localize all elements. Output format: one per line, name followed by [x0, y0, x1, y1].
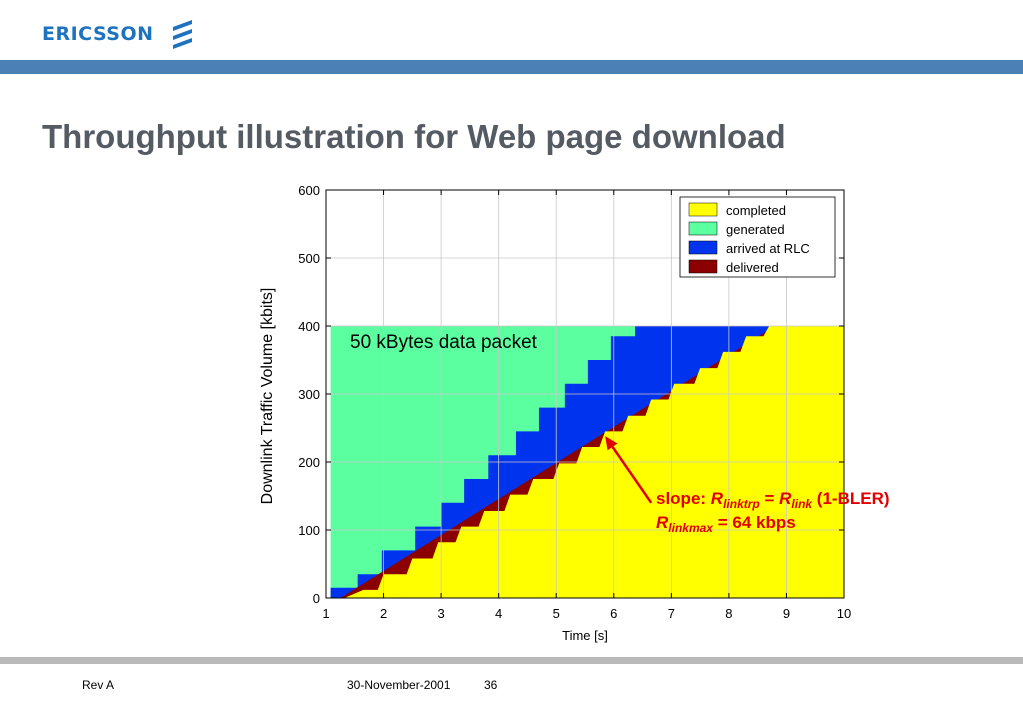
legend-label: completed: [726, 203, 786, 218]
slope-suffix: (1-BLER): [812, 489, 889, 508]
x-tick-label: 5: [553, 606, 560, 621]
legend-label: generated: [726, 222, 785, 237]
rate-sub: linkmax: [668, 521, 714, 535]
slope-sub2: link: [791, 497, 813, 511]
footer-date: 30-November-2001: [347, 678, 451, 692]
legend-swatch: [688, 221, 718, 236]
slope-eq: =: [760, 489, 779, 508]
legend-swatch: [688, 259, 718, 274]
x-tick-label: 2: [380, 606, 387, 621]
legend-swatch: [688, 240, 718, 255]
legend: completed generated arrived at RLC deliver…: [679, 196, 836, 278]
rate-r: R: [656, 513, 669, 532]
x-tick-label: 4: [495, 606, 502, 621]
legend-label: delivered: [726, 260, 779, 275]
y-tick-label: 300: [298, 387, 320, 402]
slope-prefix: slope:: [656, 489, 711, 508]
y-tick-label: 500: [298, 251, 320, 266]
x-tick-label: 6: [610, 606, 617, 621]
y-tick-label: 400: [298, 319, 320, 334]
slope-annotation: slope: Rlinktrp = Rlink (1-BLER): [656, 489, 890, 511]
rate-suffix: = 64 kbps: [713, 513, 796, 532]
x-tick-label: 9: [783, 606, 790, 621]
y-tick-label: 100: [298, 523, 320, 538]
footer-revision: Rev A: [82, 678, 115, 692]
x-tick-label: 7: [668, 606, 675, 621]
slope-r2: R: [779, 489, 792, 508]
y-axis-label: Downlink Traffic Volume [kbits]: [259, 288, 276, 505]
slope-r1: R: [711, 489, 724, 508]
slope-sub1: linktrp: [723, 497, 760, 511]
x-tick-label: 8: [725, 606, 732, 621]
y-tick-label: 600: [298, 183, 320, 198]
y-tick-label: 200: [298, 455, 320, 470]
footer-page-number: 36: [484, 678, 498, 692]
footer-bar: [0, 657, 1023, 664]
x-axis-label: Time [s]: [562, 628, 608, 643]
y-tick-label: 0: [313, 591, 320, 606]
packet-size-annotation: 50 kBytes data packet: [350, 332, 538, 353]
legend-label: arrived at RLC: [726, 241, 810, 256]
throughput-chart: 1 2 3 4 5 6 7 8 9 100100200300400500600 Time [s] …: [259, 183, 890, 643]
legend-swatch: [688, 202, 718, 217]
x-tick-label: 3: [437, 606, 444, 621]
x-tick-label: 1: [322, 606, 329, 621]
x-tick-label: 10: [837, 606, 851, 621]
